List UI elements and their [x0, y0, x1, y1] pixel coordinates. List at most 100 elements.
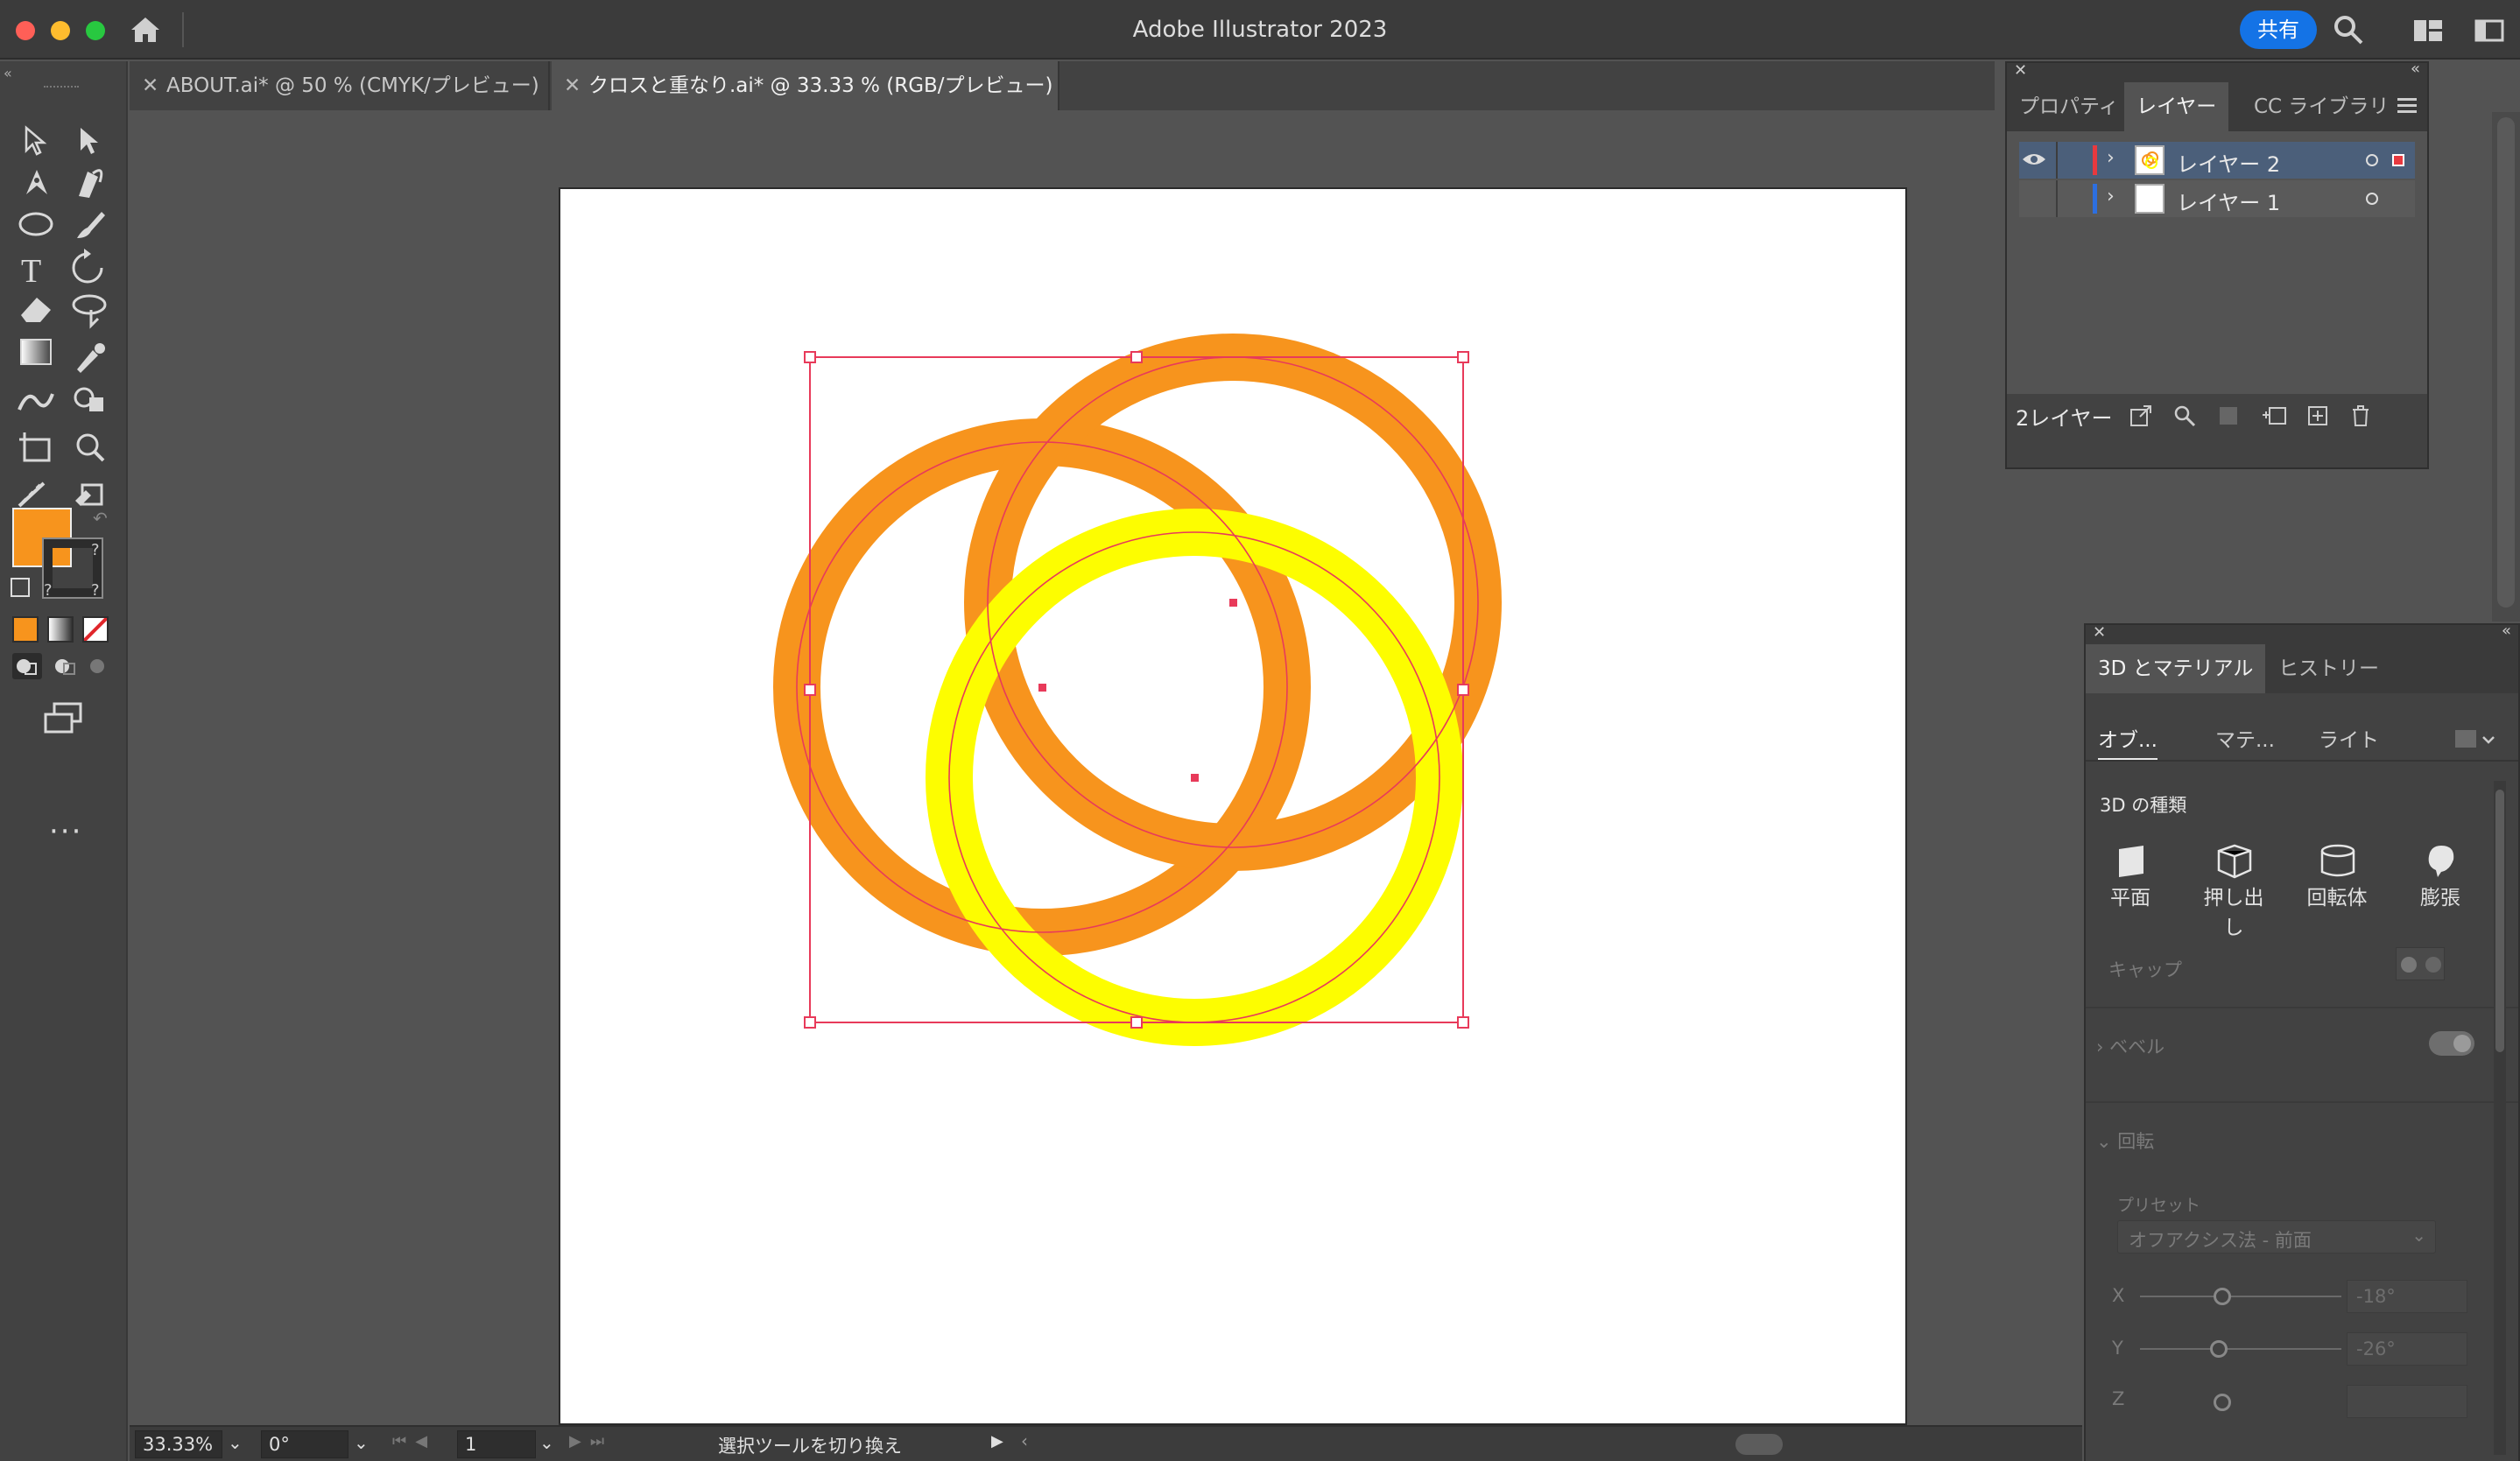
- close-tab-icon[interactable]: ✕: [142, 61, 166, 110]
- gradient-tool[interactable]: [20, 339, 52, 365]
- layer-name[interactable]: レイヤー 2: [2177, 147, 2280, 178]
- tab-layers[interactable]: レイヤー: [2124, 82, 2229, 131]
- rotation-dropdown-icon[interactable]: ⌄: [354, 1432, 369, 1453]
- artboard[interactable]: [560, 189, 1905, 1423]
- eraser-tool[interactable]: [21, 298, 51, 322]
- export-icon[interactable]: [2129, 404, 2152, 427]
- selection-indicator[interactable]: [2392, 154, 2404, 166]
- artboard-dropdown-icon[interactable]: ⌄: [539, 1432, 554, 1453]
- close-panel-icon[interactable]: ✕: [2014, 61, 2027, 80]
- gradient-mode-button[interactable]: [47, 616, 74, 643]
- panel-menu-icon[interactable]: [2397, 96, 2417, 114]
- lock-column[interactable]: [2056, 180, 2058, 217]
- x-slider-thumb[interactable]: [2214, 1288, 2231, 1305]
- panel-scrollbar[interactable]: [2494, 781, 2506, 1455]
- target-icon[interactable]: [2366, 154, 2378, 166]
- eyedropper-tool[interactable]: [77, 343, 105, 373]
- shape-builder-tool[interactable]: [74, 387, 103, 411]
- visibility-eye-icon[interactable]: [2021, 151, 2047, 168]
- tab-history[interactable]: ヒストリー: [2266, 644, 2391, 693]
- panel-layout-icon[interactable]: [2474, 19, 2504, 42]
- direct-selection-tool[interactable]: [81, 128, 98, 154]
- artboard-number-field[interactable]: 1: [457, 1430, 536, 1458]
- default-colors-icon[interactable]: [11, 578, 30, 597]
- 3d-type-revolve[interactable]: 回転体: [2299, 842, 2375, 910]
- toolbar-grip[interactable]: [44, 86, 79, 89]
- zoom-window-button[interactable]: [86, 21, 105, 40]
- x-value-field[interactable]: -18°: [2347, 1280, 2467, 1313]
- puppet-warp-tool[interactable]: [18, 481, 46, 508]
- collapse-toolbar-icon[interactable]: «: [4, 65, 12, 81]
- new-sublayer-icon[interactable]: [2261, 404, 2287, 427]
- bevel-toggle[interactable]: [2429, 1031, 2474, 1056]
- 3d-type-inflate[interactable]: 膨張: [2403, 842, 2478, 910]
- screen-mode-icon[interactable]: [44, 702, 84, 734]
- locate-object-icon[interactable]: [2173, 404, 2196, 427]
- layer-name[interactable]: レイヤー 1: [2177, 186, 2280, 216]
- more-tools-icon[interactable]: ···: [49, 814, 82, 849]
- zoom-tool[interactable]: [76, 433, 105, 462]
- pen-tool[interactable]: [26, 170, 47, 194]
- ellipse-tool[interactable]: [18, 212, 53, 236]
- selection-tool[interactable]: [25, 125, 47, 156]
- trash-icon[interactable]: [2350, 404, 2371, 427]
- tab-cross-overlap[interactable]: ✕ クロスと重なり.ai* @ 33.33 % (RGB/プレビュー): [552, 61, 1059, 110]
- home-icon[interactable]: [130, 16, 161, 44]
- close-panel-icon[interactable]: ✕: [2093, 623, 2106, 642]
- close-window-button[interactable]: [16, 21, 35, 40]
- resize-grip[interactable]: [2007, 438, 2427, 462]
- workspace-icon[interactable]: [2413, 19, 2443, 42]
- lock-column[interactable]: [2056, 142, 2058, 179]
- zoom-dropdown-icon[interactable]: ⌄: [228, 1432, 243, 1453]
- draw-inside-icon[interactable]: [84, 653, 114, 679]
- x-slider-track[interactable]: [2140, 1296, 2341, 1297]
- zoom-field[interactable]: 33.33%: [135, 1430, 222, 1458]
- collapse-panel-icon[interactable]: «: [2411, 60, 2420, 78]
- 3d-type-plane[interactable]: 平面: [2093, 842, 2168, 910]
- subtab-object[interactable]: オブ...: [2098, 723, 2157, 761]
- subtab-lighting[interactable]: ライト: [2319, 723, 2379, 753]
- new-layer-icon[interactable]: [2306, 404, 2329, 427]
- canvas-vertical-scrollbar[interactable]: [2492, 112, 2520, 622]
- y-slider-thumb[interactable]: [2210, 1340, 2228, 1358]
- color-mode-button[interactable]: [12, 616, 39, 643]
- artboard-tool[interactable]: [19, 432, 51, 462]
- tab-3d-materials[interactable]: 3D とマテリアル: [2086, 644, 2266, 693]
- rotation-field[interactable]: 0°: [261, 1430, 348, 1458]
- tab-properties[interactable]: プロパティ: [2007, 82, 2131, 131]
- search-icon[interactable]: [2333, 14, 2364, 46]
- preset-dropdown[interactable]: オフアクシス法 - 前面 ⌄: [2117, 1220, 2436, 1254]
- tab-about[interactable]: ✕ ABOUT.ai* @ 50 % (CMYK/プレビュー): [130, 61, 550, 110]
- paintbrush-tool[interactable]: [77, 212, 105, 238]
- type-tool[interactable]: T: [21, 253, 41, 290]
- layer-row[interactable]: › レイヤー 2: [2019, 142, 2415, 179]
- draw-normal-icon[interactable]: [12, 653, 42, 679]
- scroll-left-icon[interactable]: ‹: [1021, 1430, 1028, 1451]
- z-value-field[interactable]: [2347, 1385, 2467, 1418]
- none-mode-button[interactable]: [82, 616, 109, 643]
- z-slider-thumb[interactable]: [2214, 1394, 2231, 1411]
- lasso-tool[interactable]: [72, 294, 107, 329]
- bevel-section[interactable]: › ベベル: [2096, 1033, 2165, 1059]
- tab-cc-libraries[interactable]: CC ライブラリ: [2242, 82, 2401, 131]
- curvature-tool[interactable]: [79, 169, 103, 198]
- rotation-section[interactable]: ⌄ 回転: [2096, 1127, 2154, 1154]
- layer-row[interactable]: › レイヤー 1: [2019, 180, 2415, 217]
- live-paint-tool[interactable]: [75, 483, 103, 506]
- 3d-type-extrude[interactable]: 押し出し: [2196, 842, 2271, 940]
- width-tool[interactable]: [18, 393, 54, 411]
- close-tab-icon[interactable]: ✕: [564, 61, 588, 110]
- share-button[interactable]: 共有: [2240, 11, 2317, 49]
- cap-toggle[interactable]: [2396, 947, 2445, 980]
- target-icon[interactable]: [2366, 193, 2378, 205]
- status-menu-arrow-icon[interactable]: ▶: [991, 1432, 1003, 1450]
- expand-chevron-icon[interactable]: ›: [2107, 186, 2115, 207]
- swap-fill-stroke-icon[interactable]: ↶: [93, 508, 108, 529]
- minimize-window-button[interactable]: [51, 21, 70, 40]
- expand-chevron-icon[interactable]: ›: [2107, 147, 2115, 169]
- y-value-field[interactable]: -26°: [2347, 1332, 2467, 1366]
- horizontal-scroll-thumb[interactable]: [1735, 1434, 1783, 1455]
- rotate-tool[interactable]: [72, 249, 103, 284]
- render-settings-icon[interactable]: [2453, 727, 2495, 751]
- draw-behind-icon[interactable]: [49, 653, 79, 679]
